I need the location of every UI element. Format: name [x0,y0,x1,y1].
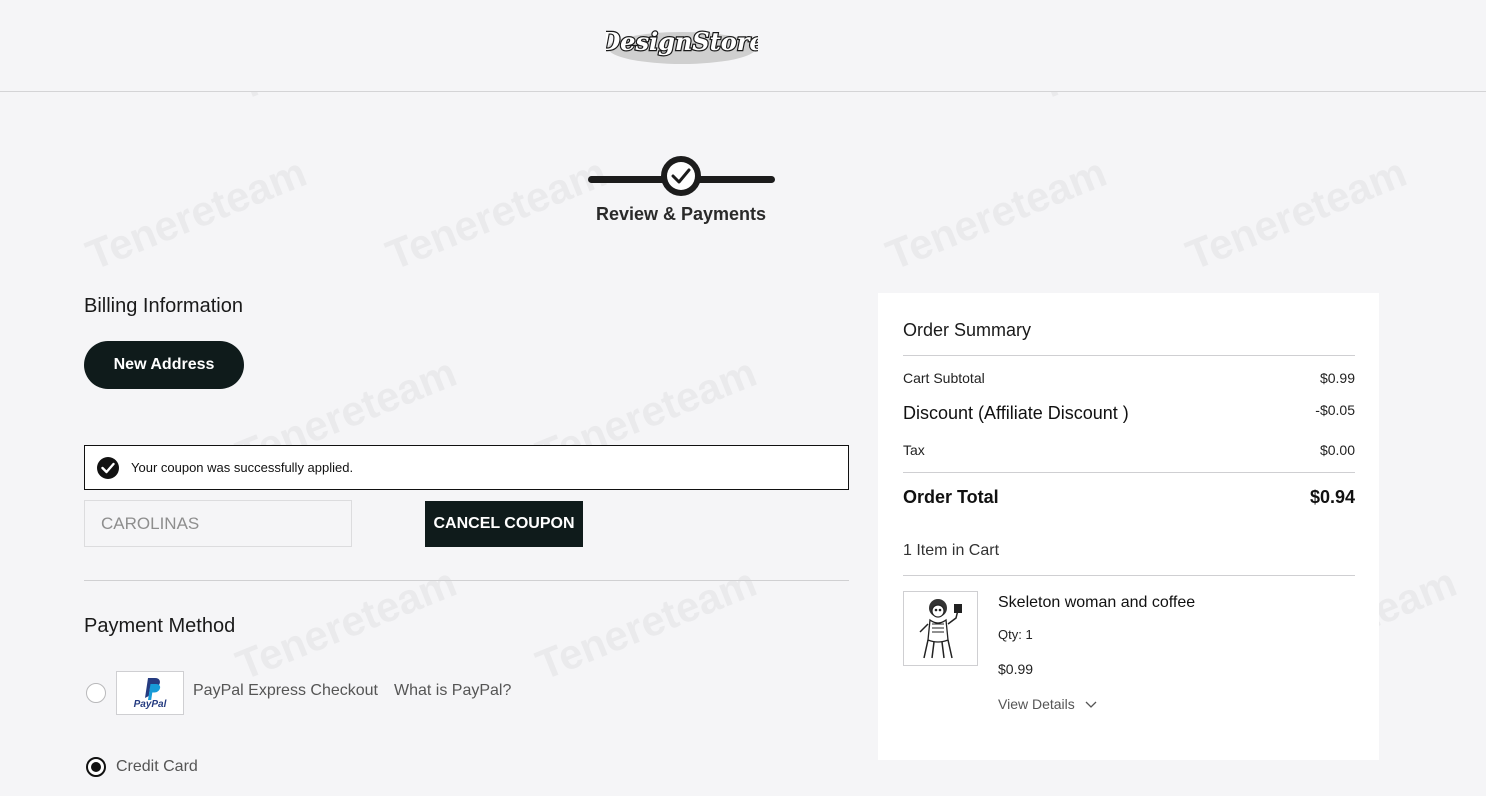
watermark: Tenereteam [79,148,313,280]
cart-item-count: 1 Item in Cart [903,542,1000,559]
step-label: Review & Payments [595,204,767,224]
watermark: Tenereteam [879,148,1113,280]
check-circle-icon [97,456,119,479]
divider [84,580,849,581]
product-price: $0.99 [998,661,1034,677]
tax-label: Tax [903,442,925,458]
order-total-value: $0.94 [1309,487,1355,507]
chevron-down-icon [1085,701,1097,709]
paypal-icon [145,678,161,700]
view-details-toggle[interactable]: View Details [998,696,1097,712]
store-logo[interactable]: DesignStore [606,20,758,70]
subtotal-label: Cart Subtotal [903,370,985,386]
new-address-button[interactable]: New Address [84,341,244,389]
view-details-label: View Details [998,696,1075,712]
checkout-progress [588,156,776,200]
payment-method-title: Payment Method [84,615,236,637]
divider [903,355,1355,356]
paypal-logo[interactable]: PayPal [116,671,184,715]
discount-label: Discount (Affiliate Discount ) [903,403,1129,423]
site-header: DesignStore [0,0,1486,92]
divider [903,575,1355,576]
billing-title: Billing Information [84,295,243,317]
divider [903,472,1355,473]
coupon-success-notice: Your coupon was successfully applied. [84,445,849,490]
paypal-option-label[interactable]: PayPal Express Checkout [193,682,378,700]
checkmark-icon [671,168,691,184]
coupon-code-input[interactable] [84,500,352,547]
skeleton-image [919,599,962,659]
credit-card-option-label[interactable]: Credit Card [116,758,198,776]
order-total-label: Order Total [903,487,999,507]
watermark: Tenereteam [1179,148,1413,280]
discount-value: -$0.05 [1315,402,1355,418]
order-summary-panel: Order Summary Cart Subtotal $0.99 Discou… [878,293,1379,760]
watermark: Tenereteam [529,558,763,690]
subtotal-value: $0.99 [1319,370,1355,386]
product-thumbnail[interactable] [903,591,978,666]
paypal-radio[interactable] [86,683,106,703]
svg-text:DesignStore: DesignStore [606,27,758,56]
product-name[interactable]: Skeleton woman and coffee [998,594,1195,612]
tax-value: $0.00 [1319,442,1355,458]
coupon-success-message: Your coupon was successfully applied. [131,460,354,475]
credit-card-radio[interactable] [86,757,106,777]
cancel-coupon-button[interactable]: CANCEL COUPON [425,501,583,547]
order-summary-title: Order Summary [903,320,1032,340]
progress-step-indicator [661,156,701,196]
what-is-paypal-link[interactable]: What is PayPal? [394,682,511,700]
watermark: Tenereteam [229,558,463,690]
product-qty: Qty: 1 [998,627,1033,642]
